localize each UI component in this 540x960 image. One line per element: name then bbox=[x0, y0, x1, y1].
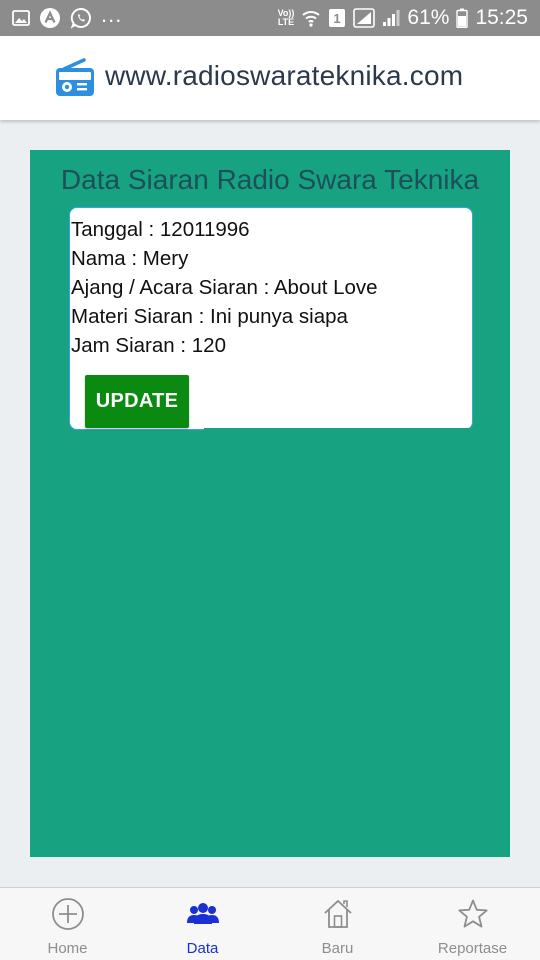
home-icon bbox=[321, 898, 355, 930]
star-icon bbox=[456, 898, 490, 930]
site-title: www.radioswarateknika.com bbox=[105, 60, 464, 91]
bottom-navigation: Home Data Baru Reportase bbox=[0, 887, 540, 960]
tab-baru-label: Baru bbox=[321, 940, 354, 957]
status-bar: ... Vo)) LTE 1 61% 15:25 bbox=[0, 0, 540, 36]
data-panel: Data Siaran Radio Swara Teknika Tanggal … bbox=[30, 150, 510, 857]
volte-bottom-text: LTE bbox=[277, 17, 295, 27]
clock: 15:25 bbox=[475, 6, 528, 29]
program-field: Ajang / Acara Siaran : About Love bbox=[71, 276, 378, 299]
people-icon bbox=[186, 898, 220, 930]
app-notification-icon bbox=[39, 7, 61, 29]
page-title: Data Siaran Radio Swara Teknika bbox=[60, 164, 480, 195]
radio-logo-icon bbox=[54, 58, 96, 98]
app-header: www.radioswarateknika.com bbox=[0, 36, 540, 120]
volte-indicator: Vo)) LTE bbox=[278, 9, 295, 27]
battery-icon bbox=[456, 8, 469, 28]
tab-home[interactable]: Home bbox=[0, 888, 135, 960]
broadcast-hour-field: Jam Siaran : 120 bbox=[71, 334, 226, 357]
plus-circle-icon bbox=[51, 898, 85, 930]
card-bottom-edge bbox=[204, 428, 473, 431]
status-bar-right: Vo)) LTE 1 61% 15:25 bbox=[278, 0, 528, 36]
signal-box-icon bbox=[353, 8, 376, 28]
more-notifications: ... bbox=[101, 2, 123, 27]
wifi-icon bbox=[301, 8, 321, 28]
signal-strength-icon bbox=[382, 9, 400, 27]
tab-baru[interactable]: Baru bbox=[270, 888, 405, 960]
tab-reportase[interactable]: Reportase bbox=[405, 888, 540, 960]
status-bar-left: ... bbox=[12, 0, 122, 36]
tab-reportase-label: Reportase bbox=[437, 940, 508, 957]
date-field: Tanggal : 12011996 bbox=[71, 218, 250, 241]
update-button[interactable]: UPDATE bbox=[85, 375, 189, 428]
material-field: Materi Siaran : Ini punya siapa bbox=[71, 305, 348, 328]
name-field: Nama : Mery bbox=[71, 247, 189, 270]
whatsapp-notification-icon bbox=[70, 7, 92, 29]
sim-badge-text: 1 bbox=[334, 11, 341, 26]
gallery-notification-icon bbox=[12, 10, 30, 26]
tab-data[interactable]: Data bbox=[135, 888, 270, 960]
sim-one-icon: 1 bbox=[328, 8, 346, 28]
battery-percent: 61% bbox=[407, 6, 450, 29]
tab-data-label: Data bbox=[186, 940, 219, 957]
tab-home-label: Home bbox=[47, 940, 88, 957]
